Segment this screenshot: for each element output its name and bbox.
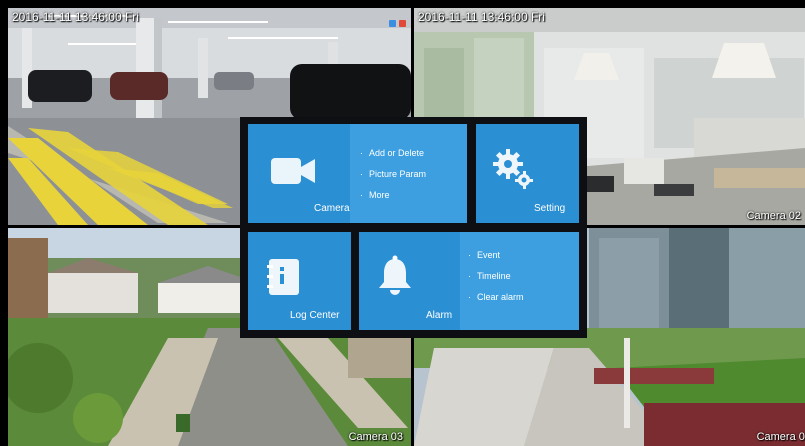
camera-label: Camera 03 [348,431,403,443]
setting-label: Setting [534,203,566,214]
record-status-icon [389,20,396,27]
alarm-tile[interactable]: Alarm Event Timeline Clear alarm [359,232,579,330]
alarm-label: Alarm [426,310,453,321]
bell-icon [379,255,411,295]
video-camera-icon [271,158,315,184]
camera-label: Camera 02 [746,210,801,222]
camera-tile[interactable]: Camera Add or Delete Picture Param More [248,124,467,223]
gears-icon [493,149,533,189]
alarm-status-icon [399,20,406,27]
event-link[interactable]: Event [468,245,524,266]
camera-label: Camera 04 [756,431,805,443]
alarm-options: Event Timeline Clear alarm [468,245,524,308]
log-center-tile[interactable]: Log Center [248,232,351,330]
camera-options: Add or Delete Picture Param More [360,143,426,206]
log-book-icon [267,259,299,295]
timestamp-overlay: 2016-11-11 13:46:00 Fri [418,10,545,24]
log-center-label: Log Center [290,310,340,321]
more-link[interactable]: More [360,185,426,206]
camera-label: Camera [314,203,350,214]
add-or-delete-link[interactable]: Add or Delete [360,143,426,164]
timeline-link[interactable]: Timeline [468,266,524,287]
timestamp-overlay: 2016-11-11 13:46:00 Fri [12,10,139,24]
main-menu: Camera Add or Delete Picture Param More [240,117,587,338]
clear-alarm-link[interactable]: Clear alarm [468,287,524,308]
picture-param-link[interactable]: Picture Param [360,164,426,185]
setting-tile[interactable]: Setting [476,124,579,223]
